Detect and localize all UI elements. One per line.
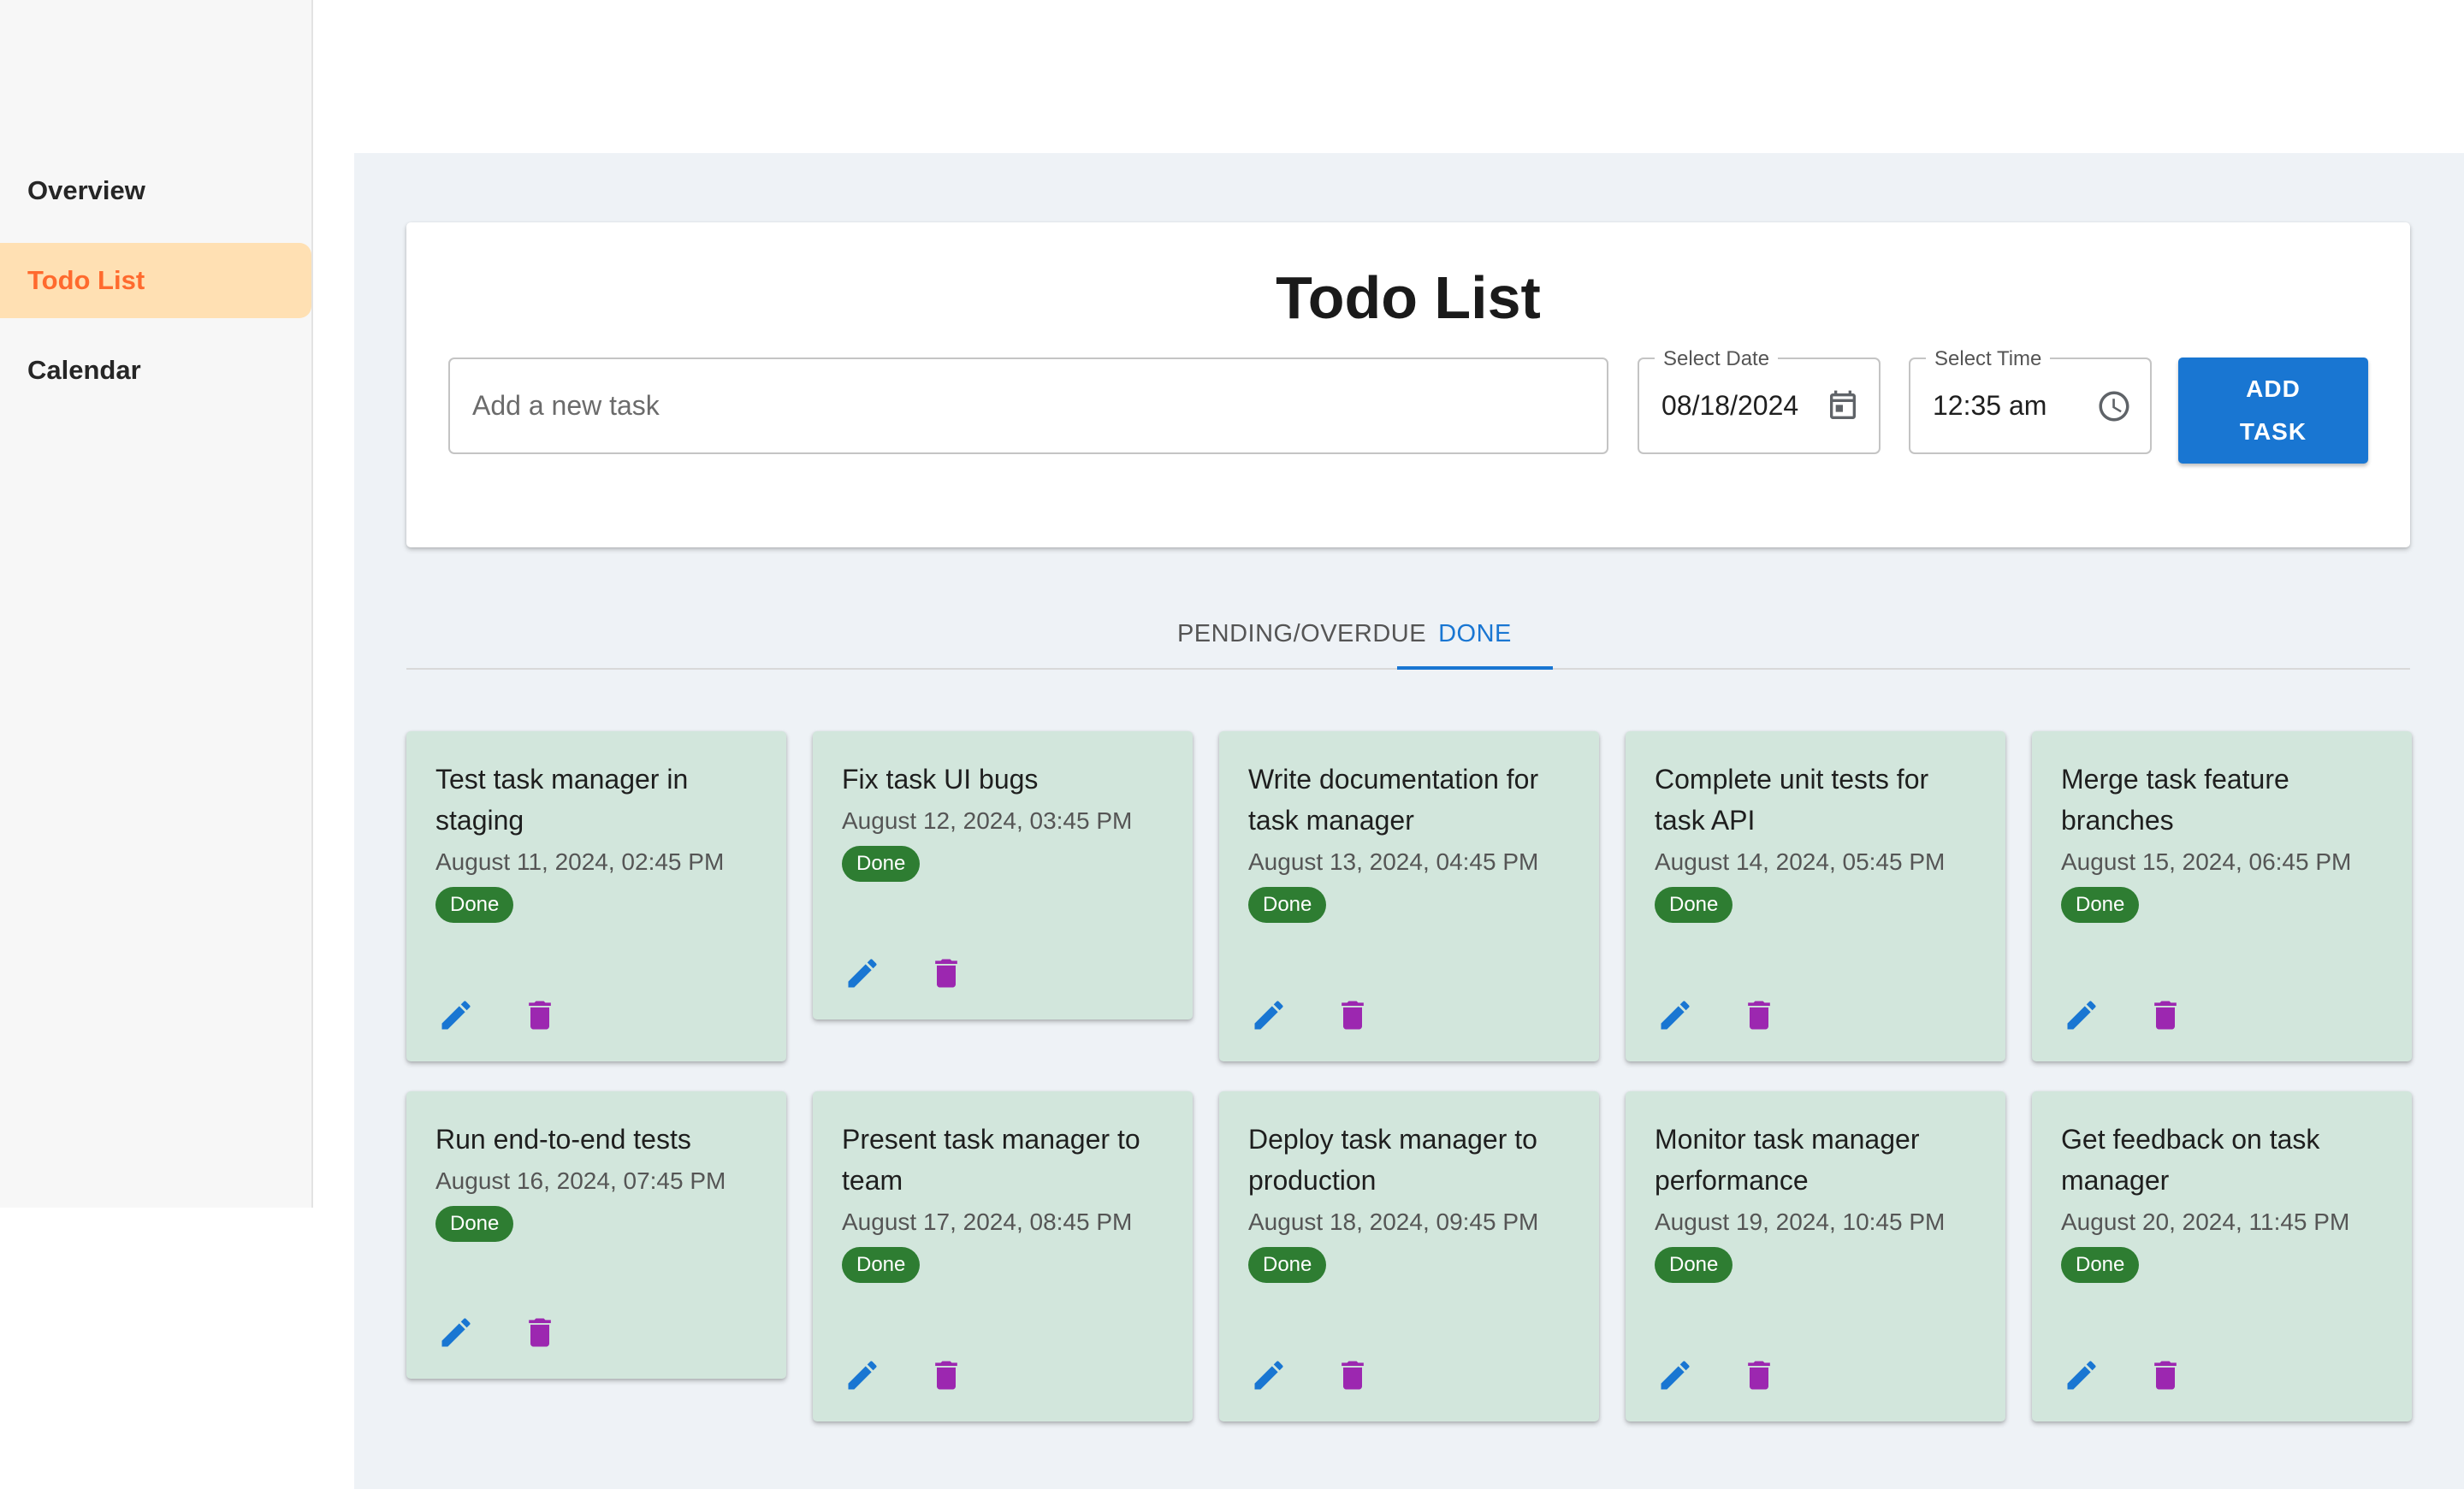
clock-icon[interactable] <box>2095 387 2133 425</box>
delete-icon[interactable] <box>2145 995 2186 1036</box>
status-badge: Done <box>435 1206 514 1242</box>
edit-icon[interactable] <box>2061 995 2102 1036</box>
tab-indicator <box>1397 666 1553 670</box>
sidebar-item-overview[interactable]: Overview <box>0 153 311 228</box>
sidebar-item-calendar[interactable]: Calendar <box>0 333 311 408</box>
task-card: Merge task feature branches August 15, 2… <box>2032 731 2412 1061</box>
date-picker-field[interactable]: Select Date 08/18/2024 <box>1638 347 1881 454</box>
new-task-input[interactable] <box>448 358 1608 454</box>
status-badge: Done <box>2061 887 2140 923</box>
status-badge: Done <box>2061 1247 2140 1283</box>
status-badge: Done <box>842 1247 921 1283</box>
delete-icon[interactable] <box>1332 995 1373 1036</box>
delete-icon[interactable] <box>519 1312 560 1353</box>
task-title: Deploy task manager to production <box>1248 1124 1537 1196</box>
time-field-value: 12:35 am <box>1933 390 2047 421</box>
delete-icon[interactable] <box>1332 1355 1373 1396</box>
task-card: Present task manager to team August 17, … <box>813 1091 1193 1421</box>
status-badge: Done <box>1655 887 1733 923</box>
delete-icon[interactable] <box>2145 1355 2186 1396</box>
main-content: Todo List Select Date 08/18/2024 Select … <box>354 153 2464 1489</box>
edit-icon[interactable] <box>1655 995 1696 1036</box>
task-card: Deploy task manager to production August… <box>1219 1091 1599 1421</box>
task-date: August 16, 2024, 07:45 PM <box>435 1167 726 1194</box>
card-actions <box>2061 1355 2186 1396</box>
card-actions <box>842 1355 967 1396</box>
sidebar-item-todo-list[interactable]: Todo List <box>0 243 311 318</box>
task-card: Write documentation for task manager Aug… <box>1219 731 1599 1061</box>
card-actions <box>1655 995 1780 1036</box>
edit-icon[interactable] <box>435 1312 477 1353</box>
tab-done[interactable]: DONE <box>1397 598 1553 670</box>
calendar-icon[interactable] <box>1824 387 1862 425</box>
sidebar-item-label: Todo List <box>27 265 145 295</box>
task-date: August 13, 2024, 04:45 PM <box>1248 848 1539 875</box>
task-title: Fix task UI bugs <box>842 764 1039 795</box>
task-date: August 14, 2024, 05:45 PM <box>1655 848 1946 875</box>
tab-pending-overdue[interactable]: PENDING/OVERDUE <box>1177 598 1426 670</box>
page-title: Todo List <box>1276 264 1541 331</box>
sidebar-item-label: Overview <box>27 175 145 205</box>
task-title: Run end-to-end tests <box>435 1124 691 1155</box>
edit-icon[interactable] <box>842 1355 883 1396</box>
edit-icon[interactable] <box>1248 1355 1289 1396</box>
task-date: August 19, 2024, 10:45 PM <box>1655 1209 1946 1235</box>
add-task-button[interactable]: ADD TASK <box>2178 358 2368 464</box>
task-card: Run end-to-end tests August 16, 2024, 07… <box>406 1091 786 1379</box>
task-card: Fix task UI bugs August 12, 2024, 03:45 … <box>813 731 1193 1019</box>
task-title: Monitor task manager performance <box>1655 1124 1920 1196</box>
status-badge: Done <box>1248 1247 1327 1283</box>
task-date: August 18, 2024, 09:45 PM <box>1248 1209 1539 1235</box>
card-actions <box>435 995 560 1036</box>
card-actions <box>842 953 967 994</box>
card-actions <box>435 1312 560 1353</box>
add-task-card: Todo List Select Date 08/18/2024 Select … <box>406 222 2410 547</box>
card-actions <box>2061 995 2186 1036</box>
card-actions <box>1248 1355 1373 1396</box>
status-badge: Done <box>435 887 514 923</box>
edit-icon[interactable] <box>1655 1355 1696 1396</box>
date-field-value: 08/18/2024 <box>1661 390 1798 421</box>
task-date: August 20, 2024, 11:45 PM <box>2061 1209 2350 1235</box>
delete-icon[interactable] <box>1738 1355 1780 1396</box>
task-title: Present task manager to team <box>842 1124 1140 1196</box>
edit-icon[interactable] <box>1248 995 1289 1036</box>
status-badge: Done <box>842 846 921 882</box>
sidebar-item-label: Calendar <box>27 355 141 385</box>
task-date: August 11, 2024, 02:45 PM <box>435 848 725 875</box>
sidebar: Overview Todo List Calendar <box>0 0 313 1208</box>
delete-icon[interactable] <box>926 953 967 994</box>
time-picker-field[interactable]: Select Time 12:35 am <box>1909 347 2152 454</box>
task-card: Monitor task manager performance August … <box>1626 1091 2005 1421</box>
delete-icon[interactable] <box>926 1355 967 1396</box>
task-card: Complete unit tests for task API August … <box>1626 731 2005 1061</box>
task-card: Test task manager in staging August 11, … <box>406 731 786 1061</box>
task-title: Merge task feature branches <box>2061 764 2289 836</box>
card-actions <box>1248 995 1373 1036</box>
edit-icon[interactable] <box>2061 1355 2102 1396</box>
card-actions <box>1655 1355 1780 1396</box>
task-title: Complete unit tests for task API <box>1655 764 1929 836</box>
edit-icon[interactable] <box>435 995 477 1036</box>
task-date: August 15, 2024, 06:45 PM <box>2061 848 2352 875</box>
edit-icon[interactable] <box>842 953 883 994</box>
status-badge: Done <box>1655 1247 1733 1283</box>
task-title: Test task manager in staging <box>435 764 689 836</box>
task-title: Get feedback on task manager <box>2061 1124 2320 1196</box>
task-card: Get feedback on task manager August 20, … <box>2032 1091 2412 1421</box>
task-date: August 12, 2024, 03:45 PM <box>842 807 1133 834</box>
task-title: Write documentation for task manager <box>1248 764 1539 836</box>
task-date: August 17, 2024, 08:45 PM <box>842 1209 1133 1235</box>
status-badge: Done <box>1248 887 1327 923</box>
task-tabs: PENDING/OVERDUE DONE <box>406 598 2410 670</box>
delete-icon[interactable] <box>519 995 560 1036</box>
delete-icon[interactable] <box>1738 995 1780 1036</box>
